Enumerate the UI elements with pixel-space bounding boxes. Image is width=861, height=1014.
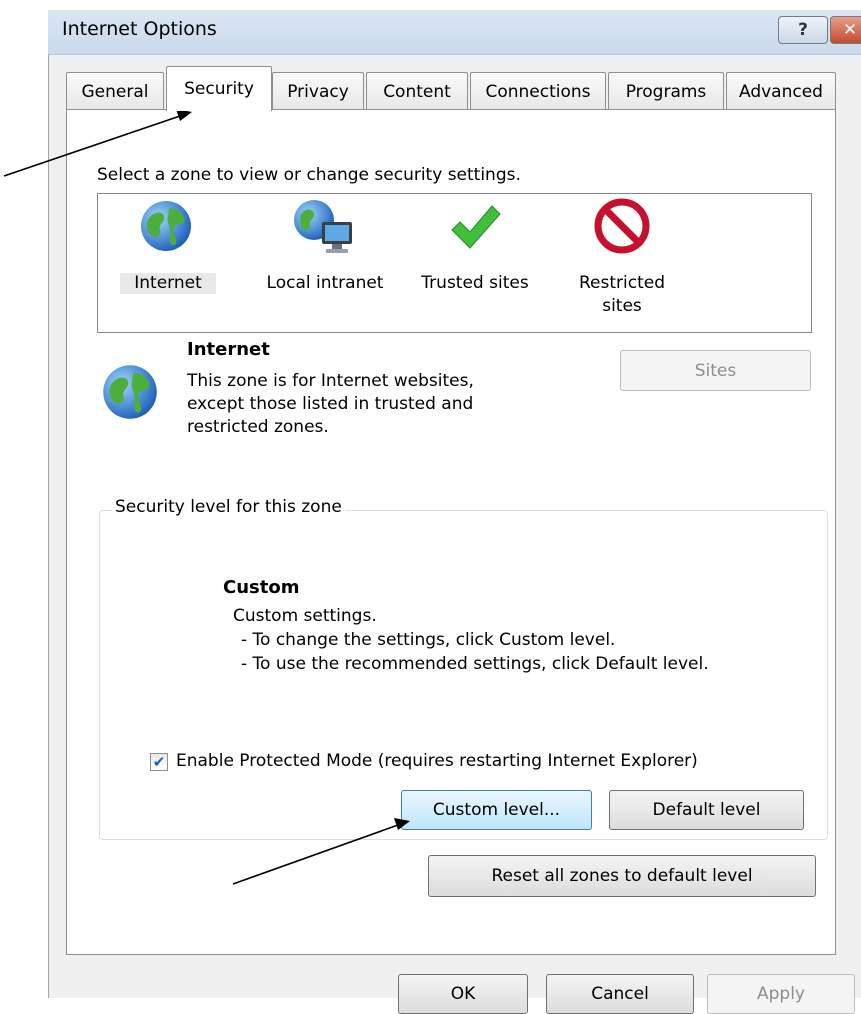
annotation-arrows xyxy=(3,109,410,885)
tab-security[interactable]: Security xyxy=(166,66,272,111)
arrow-to-custom-level-icon xyxy=(232,818,410,885)
arrow-to-security-tab-icon xyxy=(3,109,192,177)
